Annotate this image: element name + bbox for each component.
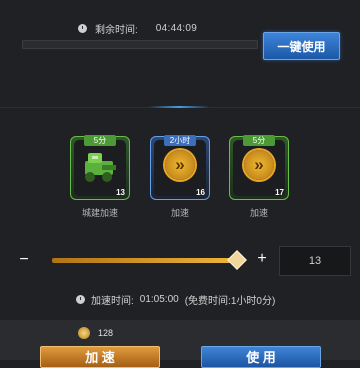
use-button[interactable]: 使 用 <box>201 346 321 368</box>
item-duration-tag: 5分 <box>84 135 116 146</box>
item-duration-tag: 5分 <box>243 135 275 146</box>
clock-icon <box>76 294 85 304</box>
increase-button[interactable]: + <box>255 251 269 267</box>
speedup-time-row: 加速时间: 01:05:00 (免费时间:1小时0分) <box>76 292 281 307</box>
speedup-button[interactable]: 加 速 <box>40 346 160 368</box>
clock-icon <box>78 23 87 33</box>
item-speedup-2h[interactable]: » 2小时 16 加速 <box>150 135 210 218</box>
item-city-speedup[interactable]: 5分 13 城建加速 <box>70 135 130 218</box>
item-label: 加速 <box>249 208 268 218</box>
item-count: 13 <box>116 188 125 197</box>
speedup-chevron-icon: » <box>165 150 195 180</box>
item-count: 17 <box>275 188 284 197</box>
remaining-time-progress-bar <box>22 40 258 49</box>
speedup-time-value: 01:05:00 <box>139 293 179 305</box>
cost-row: 128 <box>78 327 113 339</box>
cost-amount: 128 <box>98 328 114 338</box>
decrease-button[interactable]: − <box>18 252 30 268</box>
remaining-time-label: 剩余时间: <box>95 24 138 36</box>
use-all-button[interactable]: 一键使用 <box>263 32 340 60</box>
speedup-chevron-icon: » <box>244 150 274 180</box>
quantity-slider-handle[interactable] <box>227 250 247 270</box>
divider-highlight <box>148 106 210 108</box>
item-speedup-5m[interactable]: » 5分 17 加速 <box>229 135 289 218</box>
robot-icon <box>85 153 116 182</box>
item-label: 城建加速 <box>81 208 118 218</box>
coin-icon <box>78 327 90 339</box>
item-duration-tag: 2小时 <box>164 135 196 146</box>
remaining-time-value: 04:44:09 <box>155 22 198 34</box>
free-time-note: (免费时间:1小时0分) <box>184 295 276 307</box>
quantity-input[interactable]: 13 <box>279 246 351 276</box>
item-count: 16 <box>196 188 205 197</box>
remaining-time-row: 剩余时间: 04:44:09 <box>78 20 197 36</box>
speedup-time-label: 加速时间: <box>91 295 134 307</box>
quantity-slider-track[interactable] <box>52 258 238 263</box>
item-label: 加速 <box>170 208 189 218</box>
